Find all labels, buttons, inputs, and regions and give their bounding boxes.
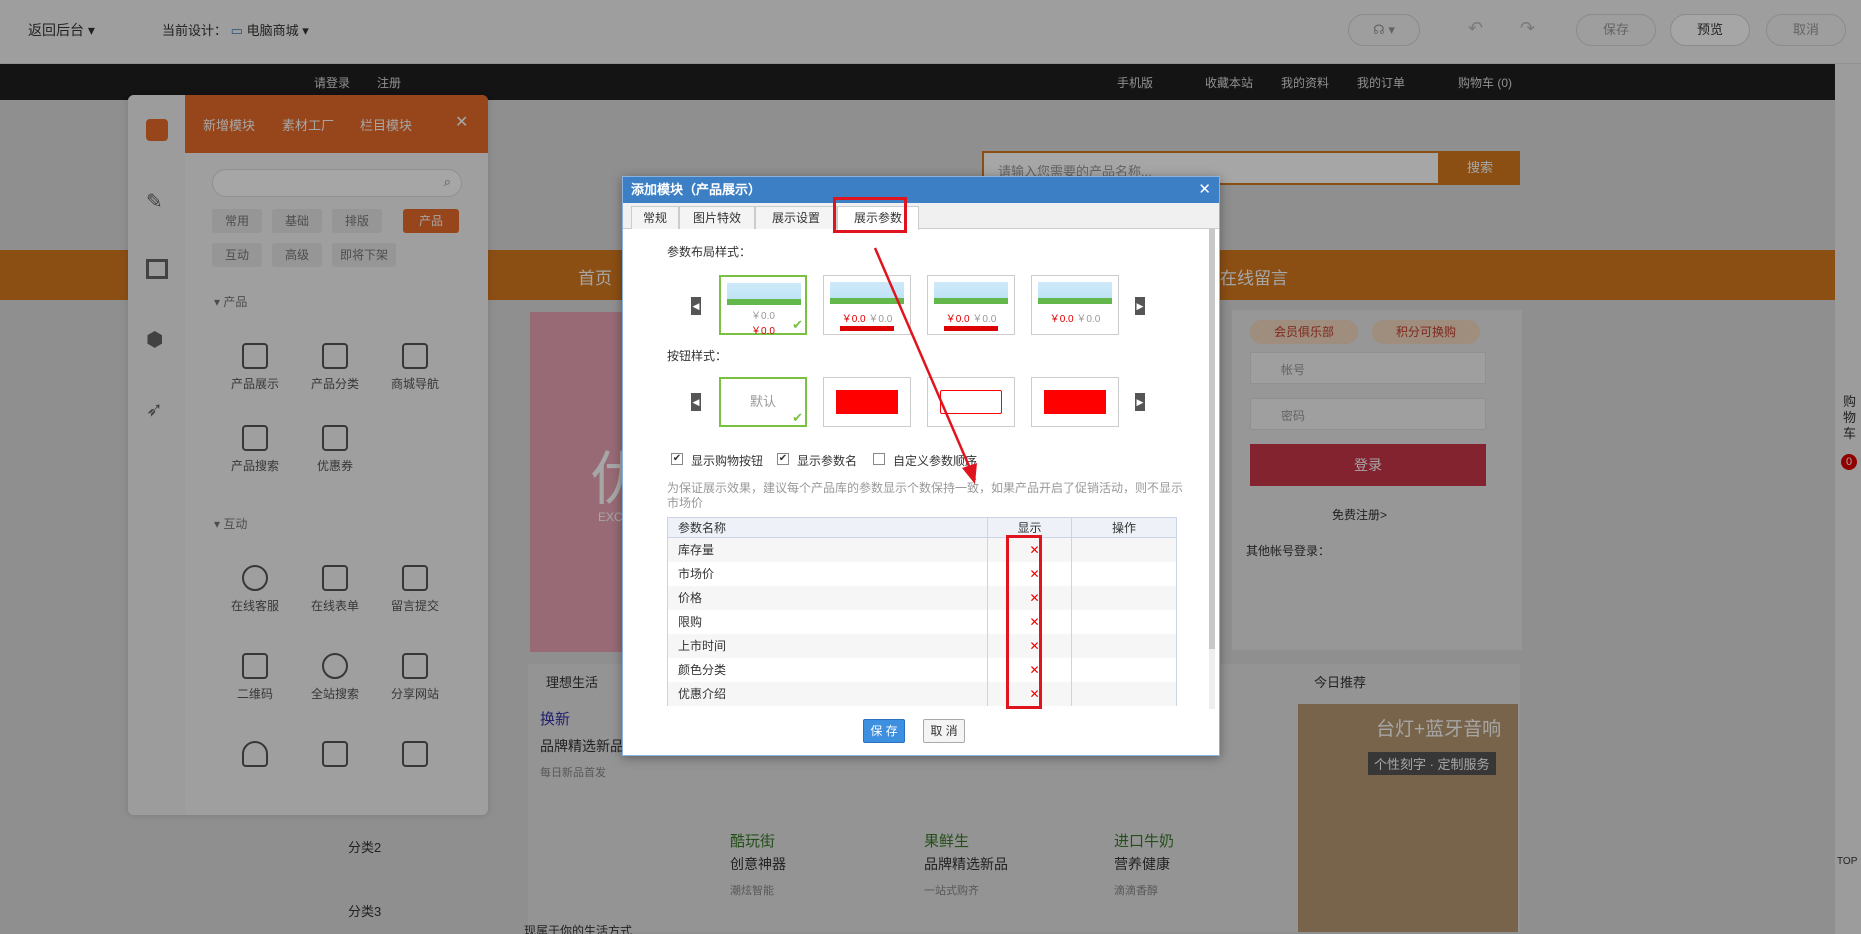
table-row: 库存量 ✕ <box>667 537 1177 562</box>
dialog-title-text: 添加模块（产品展示） <box>631 182 762 197</box>
layout-option-3[interactable]: ￥0.0 ￥0.0 <box>927 275 1015 335</box>
custom-order-checkbox[interactable] <box>873 453 885 465</box>
param-name: 颜色分类 <box>667 657 988 682</box>
button-style-outline[interactable] <box>927 377 1015 427</box>
table-row: 颜色分类 ✕ <box>667 657 1177 682</box>
layout-option-1[interactable]: ￥0.0 ￥0.0 ✔ <box>719 275 807 337</box>
col-param-name: 参数名称 <box>667 517 988 538</box>
layout-option-2[interactable]: ￥0.0 ￥0.0 <box>823 275 911 335</box>
param-name: 优惠介绍 <box>667 681 988 706</box>
price: ￥0.0 <box>945 314 970 325</box>
show-cart-label: 显示购物按钮 <box>691 454 764 468</box>
param-name: 市场价 <box>667 561 988 586</box>
price: ￥0.0 <box>751 326 775 337</box>
highlight-box <box>1006 535 1042 709</box>
param-name: 限购 <box>667 609 988 634</box>
button-style-flat[interactable] <box>1031 377 1119 427</box>
param-name: 库存量 <box>667 537 988 562</box>
layout-style-label: 参数布局样式： <box>667 245 752 259</box>
dialog-cancel-button[interactable]: 取 消 <box>923 719 965 743</box>
prev-button-arrow[interactable]: ◀ <box>691 393 701 411</box>
add-module-dialog: 添加模块（产品展示） ✕ 常规 图片特效 展示设置 展示参数 参数布局样式： ◀… <box>622 176 1220 756</box>
old-price: ￥0.0 <box>751 311 775 322</box>
button-style-default[interactable]: 默认 ✔ <box>719 377 807 427</box>
next-button-arrow[interactable]: ▶ <box>1135 393 1145 411</box>
old-price: ￥0.0 <box>1076 314 1101 325</box>
button-style-solid[interactable] <box>823 377 911 427</box>
dialog-scrollbar[interactable] <box>1209 229 1215 709</box>
price: ￥0.0 <box>841 314 866 325</box>
close-icon[interactable]: ✕ <box>1198 177 1211 203</box>
button-style-label: 按钮样式： <box>667 349 728 363</box>
tab-display-settings[interactable]: 展示设置 <box>755 206 837 229</box>
table-row: 上市时间 ✕ <box>667 633 1177 658</box>
highlight-box <box>833 197 907 233</box>
show-param-name-checkbox[interactable]: ✔ <box>777 453 789 465</box>
col-action: 操作 <box>1071 517 1177 538</box>
check-icon: ✔ <box>792 317 803 332</box>
dialog-title: 添加模块（产品展示） ✕ <box>623 177 1219 203</box>
show-param-name-label: 显示参数名 <box>797 454 858 468</box>
custom-order-label: 自定义参数顺序 <box>893 454 978 468</box>
default-label: 默认 <box>749 394 776 409</box>
check-icon: ✔ <box>792 410 803 425</box>
layout-option-4[interactable]: ￥0.0 ￥0.0 <box>1031 275 1119 335</box>
param-name: 价格 <box>667 585 988 610</box>
table-row: 价格 ✕ <box>667 585 1177 610</box>
show-cart-checkbox[interactable]: ✔ <box>671 453 683 465</box>
table-row: 限购 ✕ <box>667 609 1177 634</box>
tab-general[interactable]: 常规 <box>631 206 679 229</box>
param-note: 为保证展示效果，建议每个产品库的参数显示个数保持一致，如果产品开启了促销活动，则… <box>667 481 1184 510</box>
old-price: ￥0.0 <box>972 314 997 325</box>
param-table: 参数名称 显示 操作 库存量 ✕ 市场价 ✕ 价格 ✕ 限购 ✕ 上市时间 ✕ 颜色分类 ✕… <box>667 517 1177 706</box>
prev-layout-arrow[interactable]: ◀ <box>691 297 701 315</box>
old-price: ￥0.0 <box>868 314 893 325</box>
price: ￥0.0 <box>1049 314 1074 325</box>
dialog-tabs: 常规 图片特效 展示设置 展示参数 <box>623 203 1219 230</box>
tab-image-effect[interactable]: 图片特效 <box>679 206 755 229</box>
table-row: 优惠介绍 ✕ <box>667 681 1177 706</box>
table-row: 市场价 ✕ <box>667 561 1177 586</box>
dialog-save-button[interactable]: 保 存 <box>863 719 905 743</box>
next-layout-arrow[interactable]: ▶ <box>1135 297 1145 315</box>
param-name: 上市时间 <box>667 633 988 658</box>
